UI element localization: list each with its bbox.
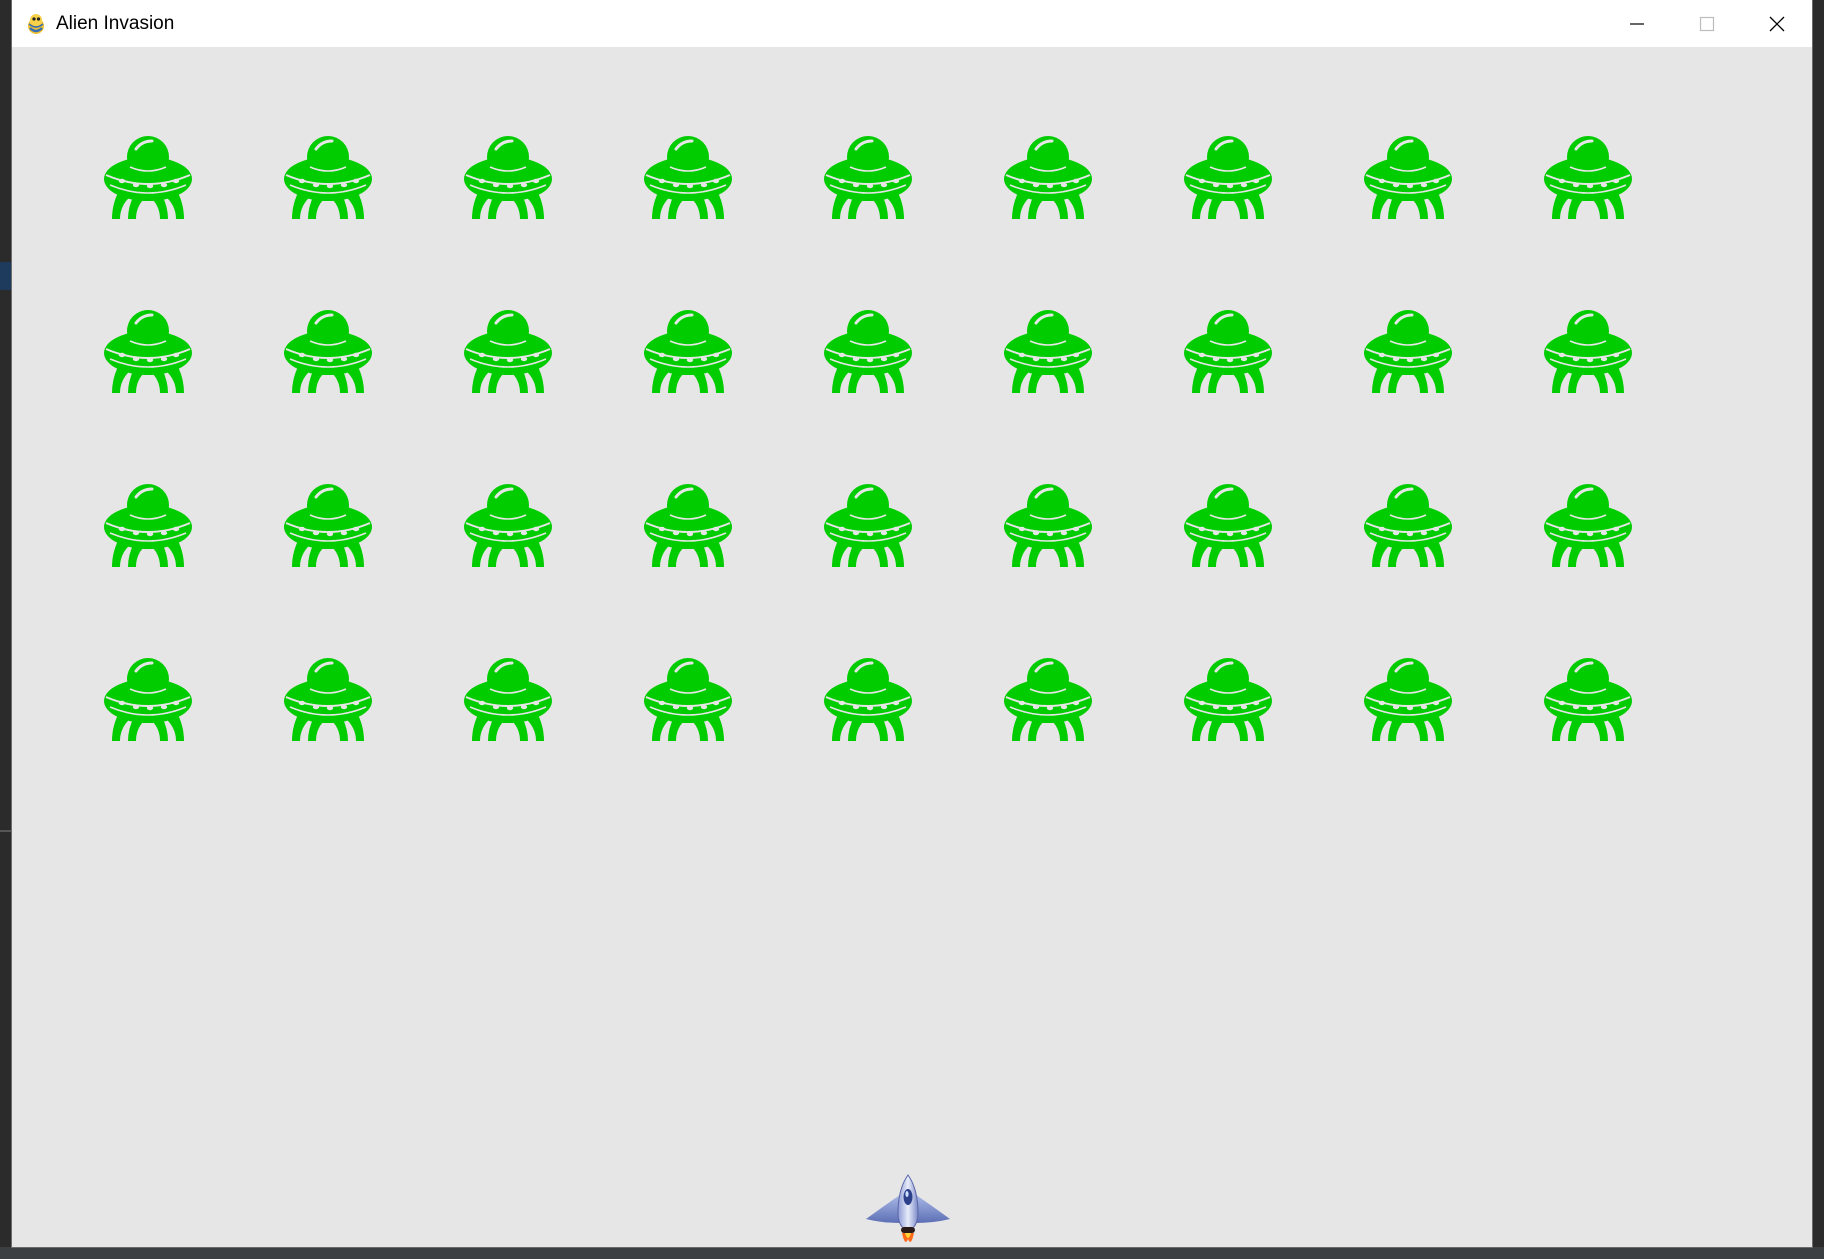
ide-selected-row	[0, 262, 12, 290]
close-button[interactable]	[1742, 0, 1812, 47]
alien-icon	[464, 136, 552, 219]
ide-status-bar	[0, 1247, 1824, 1259]
ide-background-right	[1812, 0, 1824, 1259]
game-surface[interactable]	[12, 47, 1812, 1247]
alien-icon	[1544, 310, 1632, 393]
alien-icon	[824, 136, 912, 219]
alien-icon	[104, 310, 192, 393]
alien-icon	[1544, 136, 1632, 219]
alien-icon	[284, 310, 372, 393]
alien-icon	[1004, 658, 1092, 741]
alien-icon	[824, 310, 912, 393]
alien-icon	[464, 658, 552, 741]
rocket-ship-icon[interactable]	[862, 1173, 954, 1247]
alien-icon	[824, 484, 912, 567]
alien-icon	[104, 484, 192, 567]
minimize-icon	[1630, 22, 1644, 25]
alien-icon	[284, 136, 372, 219]
alien-icon	[284, 484, 372, 567]
alien-icon	[1364, 484, 1452, 567]
alien-icon	[644, 310, 732, 393]
alien-icon	[1184, 310, 1272, 393]
minimize-button[interactable]	[1602, 0, 1672, 47]
alien-icon	[1184, 136, 1272, 219]
alien-icon	[1364, 136, 1452, 219]
maximize-button[interactable]	[1672, 0, 1742, 47]
alien-icon	[1364, 310, 1452, 393]
alien-icon	[464, 310, 552, 393]
alien-icon	[1544, 658, 1632, 741]
alien-icon	[1004, 310, 1092, 393]
ide-divider	[0, 830, 12, 832]
maximize-icon	[1699, 16, 1715, 31]
window-controls	[1602, 0, 1812, 47]
alien-icon	[104, 658, 192, 741]
window-titlebar[interactable]: Alien Invasion	[12, 0, 1812, 47]
alien-icon	[1364, 658, 1452, 741]
ide-background-left	[0, 0, 12, 1259]
alien-icon	[464, 484, 552, 567]
alien-icon	[1184, 484, 1272, 567]
alien-icon	[824, 658, 912, 741]
pygame-snake-icon	[28, 13, 44, 34]
close-icon	[1769, 16, 1785, 31]
alien-icon	[104, 136, 192, 219]
alien-icon	[1004, 484, 1092, 567]
window-title: Alien Invasion	[56, 12, 175, 34]
alien-icon	[1184, 658, 1272, 741]
alien-icon	[1004, 136, 1092, 219]
alien-icon	[284, 658, 372, 741]
alien-icon	[644, 136, 732, 219]
alien-icon	[1544, 484, 1632, 567]
alien-icon	[644, 484, 732, 567]
alien-icon	[644, 658, 732, 741]
game-window[interactable]: Alien Invasion	[12, 0, 1812, 1247]
